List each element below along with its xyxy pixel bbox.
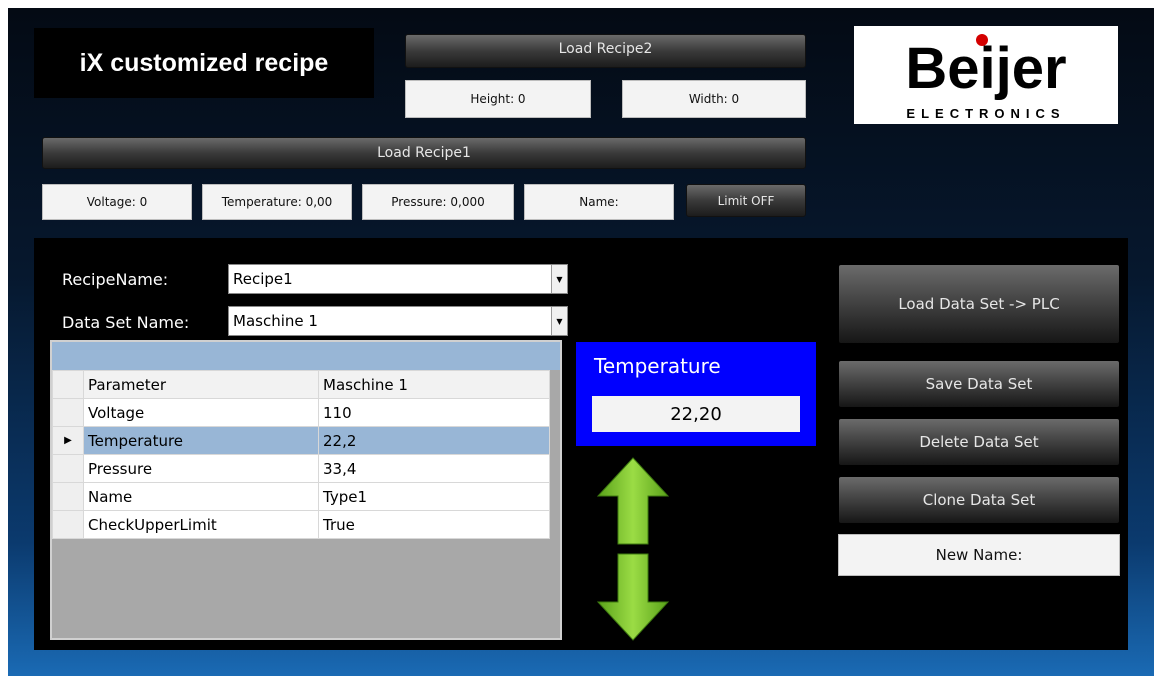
value-cell[interactable]: True — [318, 510, 550, 539]
load-dataset-plc-button[interactable]: Load Data Set -> PLC — [838, 264, 1120, 344]
save-dataset-button[interactable]: Save Data Set — [838, 360, 1120, 408]
parameter-cell[interactable]: CheckUpperLimit — [83, 510, 319, 539]
table-row[interactable]: CheckUpperLimit True — [52, 510, 550, 539]
value-cell[interactable]: 33,4 — [318, 454, 550, 483]
pressure-field[interactable]: Pressure: 0,000 — [362, 184, 514, 220]
voltage-field[interactable]: Voltage: 0 — [42, 184, 192, 220]
logo-wordmark: Beijer — [905, 36, 1066, 101]
beijer-logo: Beijer ELECTRONICS — [854, 26, 1118, 124]
recipe-name-combo[interactable]: Recipe1 ▼ — [228, 264, 568, 294]
recipe-data-grid[interactable]: Parameter Maschine 1 Voltage 110 ▶ Tempe… — [50, 340, 562, 640]
logo-subtitle: ELECTRONICS — [906, 106, 1065, 121]
parameter-cell[interactable]: Voltage — [83, 398, 319, 427]
dataset-name-value: Maschine 1 — [233, 312, 318, 330]
parameter-cell[interactable]: Name — [83, 482, 319, 511]
table-row[interactable]: Voltage 110 — [52, 398, 550, 427]
value-cell[interactable]: 110 — [318, 398, 550, 427]
row-header[interactable] — [52, 510, 84, 539]
arrow-down-icon[interactable] — [596, 552, 670, 642]
column-header[interactable]: Maschine 1 — [318, 370, 550, 399]
grid-header-band — [52, 342, 560, 370]
grid-table: Parameter Maschine 1 Voltage 110 ▶ Tempe… — [52, 370, 550, 539]
clone-dataset-button[interactable]: Clone Data Set — [838, 476, 1120, 524]
width-field[interactable]: Width: 0 — [622, 80, 806, 118]
load-recipe2-button[interactable]: Load Recipe2 — [405, 34, 806, 68]
row-header-corner — [52, 370, 84, 399]
value-cell[interactable]: Type1 — [318, 482, 550, 511]
arrow-up-icon[interactable] — [596, 456, 670, 546]
grid-header-row: Parameter Maschine 1 — [52, 370, 550, 399]
load-recipe1-button[interactable]: Load Recipe1 — [42, 137, 806, 169]
row-header[interactable] — [52, 454, 84, 483]
beijer-logo-graphic: Beijer ELECTRONICS — [905, 34, 1067, 121]
parameter-cell[interactable]: Pressure — [83, 454, 319, 483]
page-title: iX customized recipe — [34, 28, 374, 98]
chevron-down-icon[interactable]: ▼ — [551, 265, 567, 293]
table-row-selected[interactable]: ▶ Temperature 22,2 — [52, 426, 550, 455]
row-header[interactable] — [52, 482, 84, 511]
recipe-name-label: RecipeName: — [62, 270, 169, 289]
chevron-down-icon[interactable]: ▼ — [551, 307, 567, 335]
limit-toggle-button[interactable]: Limit OFF — [686, 184, 806, 217]
temperature-field[interactable]: Temperature: 0,00 — [202, 184, 352, 220]
temperature-panel: Temperature 22,20 — [574, 340, 818, 448]
delete-dataset-button[interactable]: Delete Data Set — [838, 418, 1120, 466]
temperature-title: Temperature — [594, 354, 721, 378]
table-row[interactable]: Pressure 33,4 — [52, 454, 550, 483]
table-row[interactable]: Name Type1 — [52, 482, 550, 511]
column-header[interactable]: Parameter — [83, 370, 319, 399]
parameter-cell[interactable]: Temperature — [83, 426, 319, 455]
temperature-value[interactable]: 22,20 — [592, 396, 800, 432]
row-pointer-icon[interactable]: ▶ — [52, 426, 84, 455]
logo-red-dot — [976, 34, 988, 46]
dataset-name-combo[interactable]: Maschine 1 ▼ — [228, 306, 568, 336]
new-name-field[interactable]: New Name: — [838, 534, 1120, 576]
dataset-name-label: Data Set Name: — [62, 313, 190, 332]
name-field[interactable]: Name: — [524, 184, 674, 220]
value-cell[interactable]: 22,2 — [318, 426, 550, 455]
row-header[interactable] — [52, 398, 84, 427]
height-field[interactable]: Height: 0 — [405, 80, 591, 118]
recipe-name-value: Recipe1 — [233, 270, 293, 288]
